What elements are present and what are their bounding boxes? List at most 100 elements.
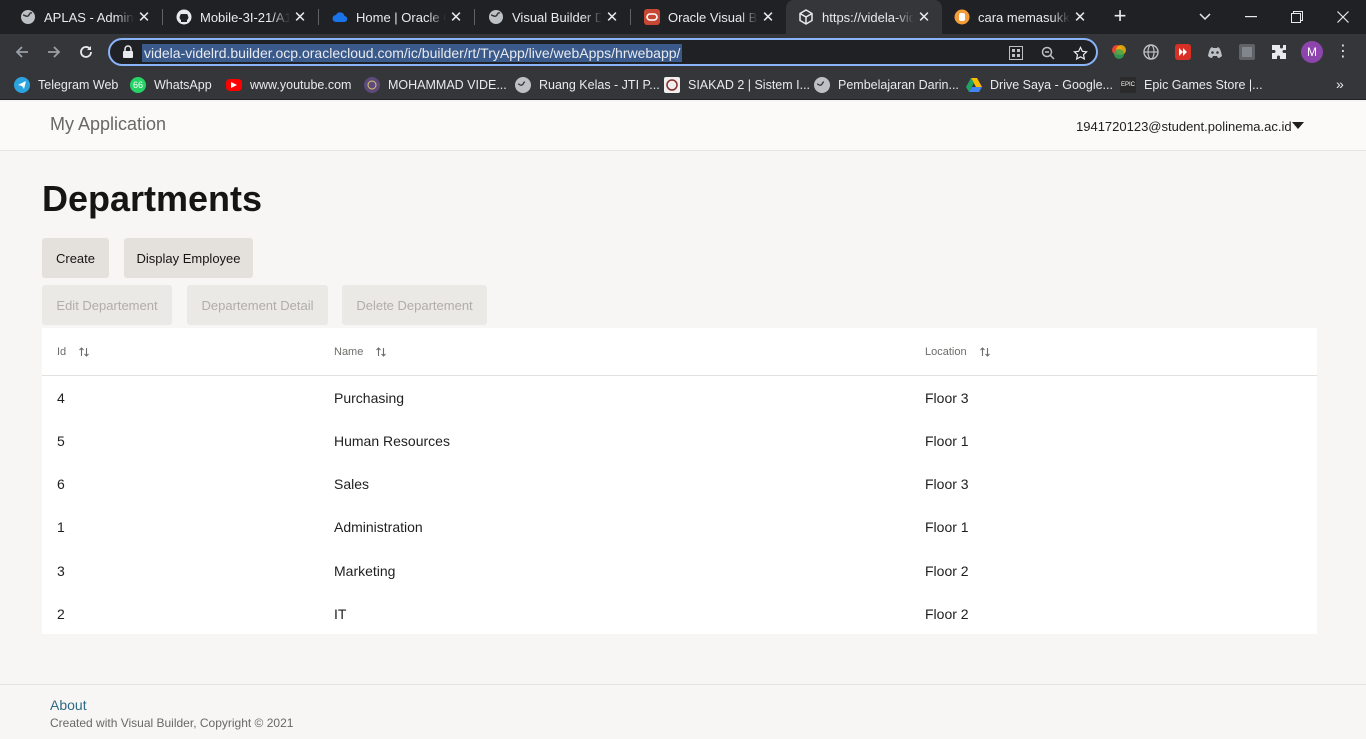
close-window-button[interactable] <box>1320 0 1366 34</box>
sort-icon[interactable] <box>979 346 991 358</box>
display-employee-button[interactable]: Display Employee <box>124 238 253 278</box>
tab-title: APLAS - Administ <box>44 9 134 25</box>
app-footer: About Created with Visual Builder, Copyr… <box>0 684 1366 739</box>
bookmark-item[interactable]: Drive Saya - Google... <box>966 76 1113 94</box>
create-button[interactable]: Create <box>42 238 109 278</box>
cell-id: 4 <box>57 390 65 406</box>
department-detail-button[interactable]: Departement Detail <box>187 285 328 325</box>
tab-search-button[interactable] <box>1182 0 1228 34</box>
browser-menu-icon[interactable]: ⋮ <box>1334 43 1352 61</box>
bookmark-item[interactable]: Ruang Kelas - JTI P... <box>515 76 660 94</box>
extension-square-icon[interactable] <box>1238 43 1256 61</box>
table-row[interactable]: 2 IT Floor 2 <box>42 593 1317 636</box>
cell-location: Floor 1 <box>925 519 969 535</box>
tab-title: cara memasukka <box>978 9 1070 25</box>
close-icon[interactable]: ✕ <box>914 7 934 27</box>
new-tab-button[interactable]: + <box>1108 5 1132 29</box>
cell-id: 6 <box>57 476 65 492</box>
oracle-icon <box>644 9 660 25</box>
whatsapp-icon: 66 <box>130 77 146 93</box>
vpn-globe-icon[interactable] <box>1142 43 1160 61</box>
cell-id: 1 <box>57 519 65 535</box>
qr-code-icon[interactable] <box>1008 45 1024 61</box>
extensions-puzzle-icon[interactable] <box>1270 43 1288 61</box>
close-icon[interactable]: ✕ <box>290 7 310 27</box>
column-header-label: Location <box>925 346 967 358</box>
sort-icon[interactable] <box>375 346 387 358</box>
about-link[interactable]: About <box>50 697 87 713</box>
url-text[interactable]: videla-videlrd.builder.ocp.oraclecloud.c… <box>142 44 683 62</box>
bookmark-item[interactable]: Telegram Web <box>14 76 118 94</box>
cell-name: IT <box>334 606 347 622</box>
caret-down-icon[interactable] <box>1292 122 1304 129</box>
back-button[interactable] <box>8 38 36 66</box>
bookmark-label: Pembelajaran Darin... <box>838 78 959 92</box>
browser-tab[interactable]: cara memasukka ✕ <box>942 0 1098 34</box>
delete-department-button[interactable]: Delete Departement <box>342 285 487 325</box>
bookmark-item[interactable]: SIAKAD 2 | Sistem I... <box>664 76 810 94</box>
bookmark-label: Epic Games Store |... <box>1144 78 1263 92</box>
lock-icon[interactable] <box>122 45 134 64</box>
restore-button[interactable] <box>1274 0 1320 34</box>
column-header-location[interactable]: Location <box>925 346 991 358</box>
browser-tab-strip: APLAS - Administ ✕ Mobile-3I-21/A1 ✕ Hom… <box>0 0 1366 34</box>
browser-tab[interactable]: Home | Oracle Cl ✕ <box>312 0 474 34</box>
github-icon <box>176 9 192 25</box>
cell-name: Administration <box>334 519 423 535</box>
close-icon[interactable]: ✕ <box>446 7 466 27</box>
edit-department-button[interactable]: Edit Departement <box>42 285 172 325</box>
university-icon <box>364 77 380 93</box>
colorful-extension-icon[interactable] <box>1110 43 1128 61</box>
media-extension-icon[interactable] <box>1174 43 1192 61</box>
browser-tab[interactable]: APLAS - Administ ✕ <box>0 0 162 34</box>
table-row[interactable]: 6 Sales Floor 3 <box>42 463 1317 506</box>
column-header-name[interactable]: Name <box>334 346 387 358</box>
bookmark-item[interactable]: Pembelajaran Darin... <box>814 76 959 94</box>
bookmark-item[interactable]: MOHAMMAD VIDE... <box>364 76 507 94</box>
browser-tab[interactable]: Oracle Visual Bui ✕ <box>624 0 786 34</box>
table-row[interactable]: 3 Marketing Floor 2 <box>42 550 1317 593</box>
table-row[interactable]: 5 Human Resources Floor 1 <box>42 420 1317 463</box>
cell-id: 2 <box>57 606 65 622</box>
minimize-button[interactable] <box>1228 0 1274 34</box>
table-row[interactable]: 4 Purchasing Floor 3 <box>42 377 1317 420</box>
zoom-icon[interactable] <box>1040 45 1056 61</box>
browser-tab[interactable]: Mobile-3I-21/A1 ✕ <box>156 0 318 34</box>
bookmark-item[interactable]: www.youtube.com <box>226 76 351 94</box>
bookmark-label: Drive Saya - Google... <box>990 78 1113 92</box>
bookmark-item[interactable]: 66 WhatsApp <box>130 76 212 94</box>
bookmark-label: Telegram Web <box>38 78 119 92</box>
globe-icon <box>488 9 504 25</box>
close-icon[interactable]: ✕ <box>1070 7 1090 27</box>
blogger-icon <box>954 9 970 25</box>
bookmark-label: SIAKAD 2 | Sistem I... <box>688 78 811 92</box>
departments-table: Id Name Location 4 Purchasing Floor 3 5 … <box>42 328 1317 634</box>
forward-button[interactable] <box>40 38 68 66</box>
sort-icon[interactable] <box>78 346 90 358</box>
user-menu-email[interactable]: 1941720123@student.polinema.ac.id <box>1076 119 1292 134</box>
close-icon[interactable]: ✕ <box>134 7 154 27</box>
table-header: Id Name Location <box>42 328 1317 376</box>
profile-avatar[interactable]: M <box>1301 41 1323 63</box>
discord-icon[interactable] <box>1206 43 1224 61</box>
browser-tab-active[interactable]: https://videla-vid ✕ <box>786 0 942 34</box>
address-bar[interactable]: videla-videlrd.builder.ocp.oraclecloud.c… <box>108 38 1098 66</box>
bookmark-item[interactable]: EPIC Epic Games Store |... <box>1120 76 1263 94</box>
table-row[interactable]: 1 Administration Floor 1 <box>42 506 1317 549</box>
close-icon[interactable]: ✕ <box>602 7 622 27</box>
google-drive-icon <box>966 77 982 93</box>
cell-name: Purchasing <box>334 390 405 406</box>
bookmarks-bar: Telegram Web 66 WhatsApp www.youtube.com… <box>0 70 1366 100</box>
close-icon[interactable]: ✕ <box>758 7 778 27</box>
chevron-right-icon[interactable]: » <box>1336 76 1344 92</box>
browser-toolbar: videla-videlrd.builder.ocp.oraclecloud.c… <box>0 34 1366 70</box>
cell-name: Sales <box>334 476 370 492</box>
app-header: My Application 1941720123@student.poline… <box>0 102 1366 151</box>
bookmark-label: www.youtube.com <box>250 78 352 92</box>
bookmark-star-icon[interactable] <box>1072 45 1088 61</box>
siakad-icon <box>664 77 680 93</box>
reload-button[interactable] <box>72 38 100 66</box>
column-header-id[interactable]: Id <box>57 346 90 358</box>
browser-tab[interactable]: Visual Builder De ✕ <box>468 0 630 34</box>
cell-location: Floor 3 <box>925 390 969 406</box>
